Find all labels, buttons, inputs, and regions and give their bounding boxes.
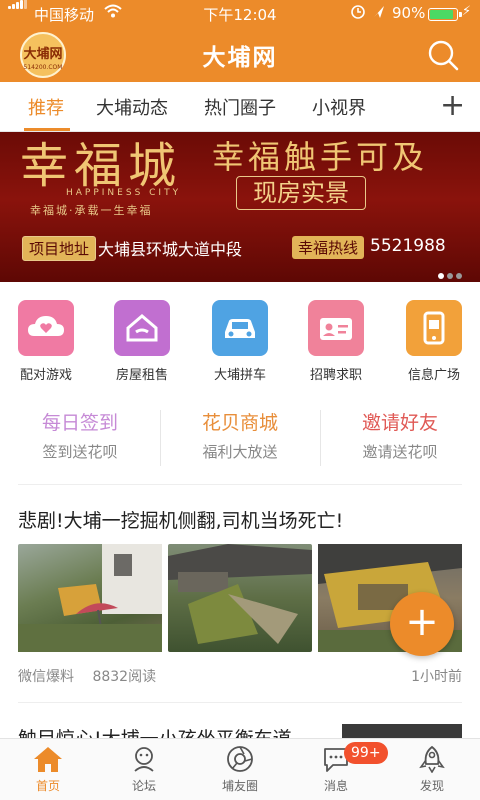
promo-title: 邀请好友: [361, 412, 438, 434]
home-icon: [34, 747, 62, 772]
carousel-dots: [438, 264, 465, 282]
tab-dabu-news[interactable]: 大埔动态: [96, 94, 168, 120]
tab-hot-circles[interactable]: 热门圈子: [204, 94, 276, 120]
carousel-dot[interactable]: [447, 273, 453, 279]
post-title[interactable]: 悲剧!大埔一挖掘机侧翻,司机当场死亡!: [18, 506, 343, 533]
status-bar: 中国移动 下午12:04 90% ⚡: [0, 0, 480, 26]
shortcut-info-square[interactable]: 信息广场: [388, 296, 480, 383]
rocket-icon: [419, 745, 445, 773]
page-title: 大埔网: [202, 45, 278, 71]
promo-title: 每日签到: [41, 412, 118, 434]
shortcut-jobs[interactable]: 招聘求职: [290, 296, 382, 383]
carousel-dot[interactable]: [456, 273, 462, 279]
forum-icon: [134, 747, 154, 772]
shortcut-label: 配对游戏: [19, 368, 72, 383]
add-post-button[interactable]: +: [390, 592, 454, 656]
shortcut-grid: 配对游戏 房屋租售 大埔拼车 招聘求职 信息广场: [0, 296, 480, 386]
post-image[interactable]: [18, 544, 162, 652]
shortcut-label: 房屋租售: [115, 368, 168, 383]
promo-title: 花贝商城: [201, 412, 278, 434]
camera-circle-icon: [227, 746, 253, 772]
shortcut-pairing-game[interactable]: 配对游戏: [0, 296, 92, 383]
battery-percent: 90%: [392, 4, 426, 22]
banner-hotline: 5521988: [370, 236, 446, 256]
nav-label: 论坛: [131, 779, 156, 793]
nav-forum[interactable]: 论坛: [96, 745, 192, 794]
nav-friends-circle[interactable]: 埔友圈: [192, 745, 288, 794]
active-tab-indicator: [24, 128, 70, 131]
post-source: 微信爆料: [18, 669, 74, 685]
battery-icon: [428, 8, 462, 21]
promo-row: 每日签到 签到送花呗 花贝商城 福利大放送 邀请好友 邀请送花呗: [0, 402, 480, 472]
promo-subtitle: 福利大放送: [202, 443, 278, 461]
carousel-dot[interactable]: [438, 273, 444, 279]
banner-subtitle-en: HAPPINESS CITY: [66, 188, 182, 198]
messages-badge: 99+: [344, 742, 388, 764]
banner-carousel[interactable]: 幸福城 HAPPINESS CITY 幸福城·承载一生幸福 幸福触手可及 现房实…: [0, 132, 480, 282]
cloud-heart-icon: [18, 300, 74, 356]
car-icon: [212, 300, 268, 356]
post-read-count: 8832阅读: [92, 669, 157, 685]
shortcut-label: 大埔拼车: [213, 368, 266, 383]
bottom-nav: 首页 论坛 埔友圈 消息 发现: [0, 738, 480, 800]
nav-home[interactable]: 首页: [0, 745, 96, 794]
id-card-icon: [308, 300, 364, 356]
nav-label: 埔友圈: [221, 779, 258, 793]
nav-label: 发现: [419, 779, 444, 793]
app-screen: 中国移动 下午12:04 90% ⚡ 大埔网 514200.COM 大埔网 推荐…: [0, 0, 480, 800]
banner-address: 大埔县环城大道中段: [98, 240, 243, 259]
promo-subtitle: 邀请送花呗: [362, 443, 438, 461]
banner-title: 幸福城: [20, 138, 183, 194]
search-icon: [428, 40, 459, 71]
top-header: 中国移动 下午12:04 90% ⚡ 大埔网 514200.COM 大埔网: [0, 0, 480, 82]
shortcut-label: 信息广场: [407, 368, 460, 383]
post-meta: 微信爆料 8832阅读 1小时前: [18, 666, 462, 686]
search-button[interactable]: [426, 38, 460, 72]
post-time: 1小时前: [411, 669, 462, 685]
promo-daily-checkin[interactable]: 每日签到 签到送花呗: [0, 408, 160, 462]
tab-mini-view[interactable]: 小视界: [312, 94, 366, 120]
promo-subtitle: 签到送花呗: [42, 443, 118, 461]
shortcut-carpool[interactable]: 大埔拼车: [194, 296, 286, 383]
shortcut-housing[interactable]: 房屋租售: [96, 296, 188, 383]
nav-discover[interactable]: 发现: [384, 745, 480, 794]
promo-mall[interactable]: 花贝商城 福利大放送: [160, 408, 320, 462]
nav-label: 首页: [35, 779, 60, 793]
divider: [18, 702, 462, 703]
banner-headline: 幸福触手可及: [212, 138, 429, 176]
phone-icon: [406, 300, 462, 356]
plus-icon: +: [405, 599, 439, 645]
promo-invite-friends[interactable]: 邀请好友 邀请送花呗: [320, 408, 480, 462]
category-tabs: 推荐 大埔动态 热门圈子 小视界 +: [0, 82, 480, 132]
location-lock-icon: [350, 4, 388, 24]
add-tab-icon[interactable]: +: [440, 86, 465, 126]
tab-recommended[interactable]: 推荐: [28, 94, 64, 120]
divider: [18, 484, 462, 485]
charging-icon: ⚡: [462, 4, 472, 19]
post-image[interactable]: [168, 544, 312, 652]
shortcut-label: 招聘求职: [309, 368, 362, 383]
banner-hotline-label: 幸福热线: [292, 236, 365, 259]
banner-address-label: 项目地址: [22, 236, 97, 261]
nav-label: 消息: [323, 779, 348, 793]
house-icon: [114, 300, 170, 356]
banner-slogan: 幸福城·承载一生幸福: [30, 204, 153, 217]
banner-tagline: 现房实景: [236, 176, 366, 210]
